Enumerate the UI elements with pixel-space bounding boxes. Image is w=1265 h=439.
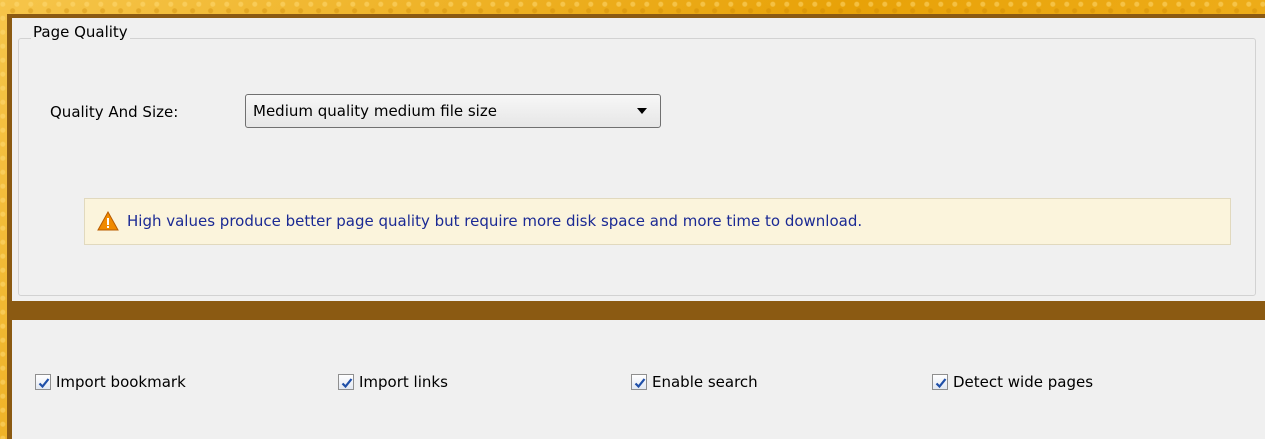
quality-size-label: Quality And Size:	[50, 103, 179, 121]
page-quality-title: Page Quality	[31, 23, 130, 41]
quality-size-dropdown[interactable]: Medium quality medium file size	[245, 94, 661, 128]
import-bookmark-checkbox[interactable]: Import bookmark	[35, 372, 186, 392]
page-quality-panel: Page Quality Quality And Size: Medium qu…	[12, 18, 1265, 301]
checkmark-icon	[341, 378, 353, 389]
checkbox-box[interactable]	[631, 374, 647, 390]
import-links-label: Import links	[359, 373, 448, 391]
import-links-checkbox[interactable]: Import links	[338, 372, 448, 392]
checkmark-icon	[634, 378, 646, 389]
quality-size-value: Medium quality medium file size	[253, 102, 497, 120]
page-quality-groupbox	[18, 38, 1256, 296]
detect-wide-pages-label: Detect wide pages	[953, 373, 1094, 391]
warning-triangle-icon	[97, 211, 119, 231]
detect-wide-pages-checkbox[interactable]: Detect wide pages	[932, 372, 1093, 392]
enable-search-checkbox[interactable]: Enable search	[631, 372, 758, 392]
notice-text: High values produce better page quality …	[127, 212, 863, 230]
chevron-down-icon	[637, 108, 647, 114]
checkbox-box[interactable]	[35, 374, 51, 390]
checkmark-icon	[935, 378, 947, 389]
checkbox-box[interactable]	[932, 374, 948, 390]
import-bookmark-label: Import bookmark	[56, 373, 186, 391]
quality-notice: High values produce better page quality …	[84, 198, 1231, 245]
enable-search-label: Enable search	[652, 373, 758, 391]
checkbox-box[interactable]	[338, 374, 354, 390]
checkmark-icon	[38, 378, 50, 389]
